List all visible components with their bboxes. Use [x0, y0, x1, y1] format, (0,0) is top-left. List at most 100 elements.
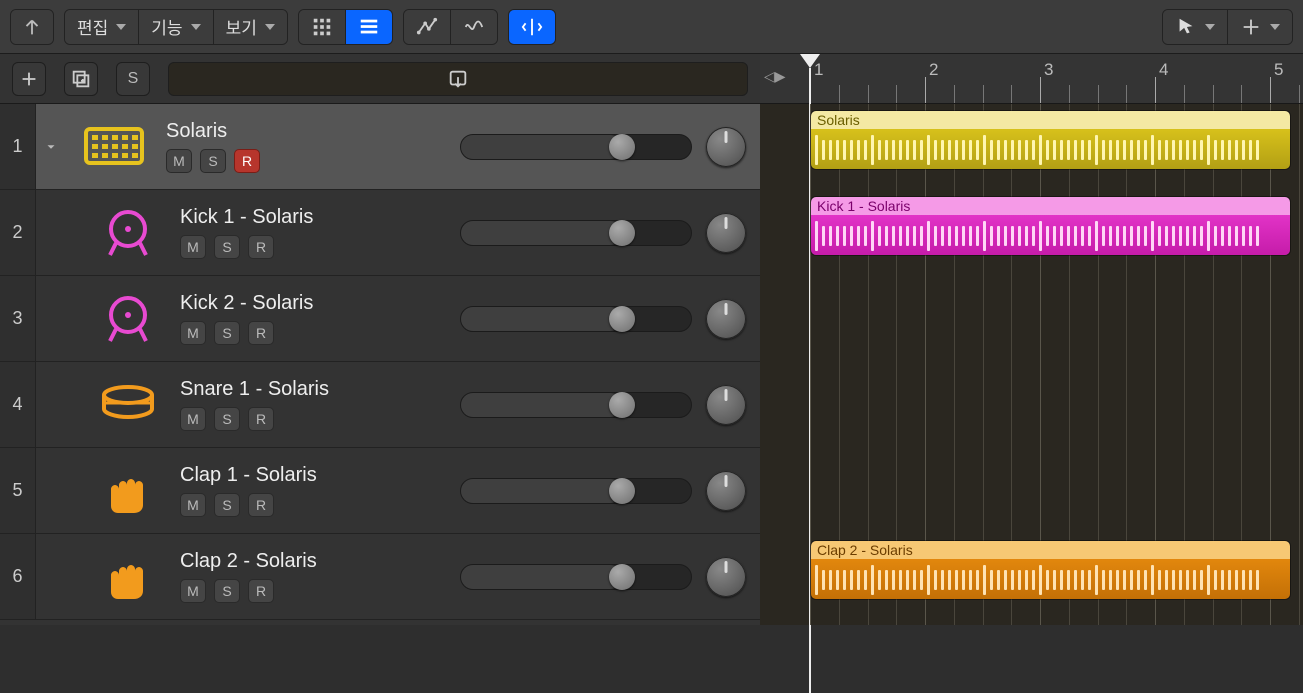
- solo-button[interactable]: S: [214, 235, 240, 259]
- record-enable-button[interactable]: R: [248, 493, 274, 517]
- cycle-locator-icon[interactable]: ◁▶: [764, 68, 786, 85]
- track-name: Kick 1 - Solaris: [180, 206, 460, 229]
- add-track-button[interactable]: [12, 62, 46, 96]
- track-list-panel: S 1SolarisMSR2Kick 1 - SolarisMSR3Kick 2…: [0, 54, 760, 625]
- arrange-grid[interactable]: Solaris Kick 1 - Solaris Clap 2 - Solaris: [760, 104, 1303, 625]
- volume-slider[interactable]: [460, 564, 692, 590]
- list-view-button[interactable]: [346, 10, 392, 44]
- clap-icon: [80, 448, 176, 533]
- region[interactable]: Clap 2 - Solaris: [810, 540, 1291, 600]
- track-row[interactable]: 5 Clap 1 - Solaris MSR: [0, 448, 760, 534]
- track-row[interactable]: 3Kick 2 - SolarisMSR: [0, 276, 760, 362]
- ruler-tick: [1040, 77, 1041, 103]
- back-up-button[interactable]: [11, 10, 53, 44]
- function-menu-label: 기능: [151, 14, 182, 39]
- track-name: Snare 1 - Solaris: [180, 378, 460, 401]
- duplicate-track-button[interactable]: [64, 62, 98, 96]
- region-name: Solaris: [811, 111, 1290, 129]
- ruler-bar-label: 5: [1274, 60, 1283, 80]
- playhead[interactable]: [800, 54, 820, 68]
- disclosure-toggle[interactable]: [36, 104, 66, 189]
- volume-slider[interactable]: [460, 220, 692, 246]
- edit-menu[interactable]: 편집: [65, 10, 139, 44]
- track-number: 5: [0, 448, 36, 533]
- global-solo-label: S: [128, 70, 139, 88]
- track-row[interactable]: 2 Kick 1 - Solaris MSR: [0, 190, 760, 276]
- ruler-tick: [925, 77, 926, 103]
- volume-slider[interactable]: [460, 392, 692, 418]
- automation-icon: [416, 16, 438, 38]
- catch-playhead-button[interactable]: [509, 10, 555, 44]
- list-icon: [358, 16, 380, 38]
- chevron-down-icon: [116, 24, 126, 30]
- up-arrow-icon: [21, 16, 43, 38]
- plus-icon: [18, 68, 40, 90]
- global-solo-button[interactable]: S: [116, 62, 150, 96]
- ruler-bar-label: 4: [1159, 60, 1168, 80]
- track-name: Clap 1 - Solaris: [180, 464, 460, 487]
- mute-button[interactable]: M: [180, 493, 206, 517]
- mute-button[interactable]: M: [180, 407, 206, 431]
- snare-icon: [80, 362, 176, 447]
- time-ruler[interactable]: ◁▶ 12345: [760, 54, 1303, 104]
- pan-knob[interactable]: [706, 127, 746, 167]
- chevron-down-icon: [265, 24, 275, 30]
- inspector-icon: [447, 68, 469, 90]
- track-row[interactable]: 6 Clap 2 - Solaris MSR: [0, 534, 760, 620]
- mute-button[interactable]: M: [180, 235, 206, 259]
- track-row[interactable]: 1SolarisMSR: [0, 104, 760, 190]
- track-name: Clap 2 - Solaris: [180, 550, 460, 573]
- view-menu[interactable]: 보기: [214, 10, 287, 44]
- mute-button[interactable]: M: [180, 579, 206, 603]
- track-name: Solaris: [166, 120, 460, 143]
- track-number: 2: [0, 190, 36, 275]
- function-menu[interactable]: 기능: [139, 10, 213, 44]
- snap-icon: [1240, 16, 1262, 38]
- pointer-tool[interactable]: [1163, 10, 1228, 44]
- chevron-down-icon: [1205, 24, 1215, 30]
- automation-button[interactable]: [404, 10, 451, 44]
- ruler-bar-label: 3: [1044, 60, 1053, 80]
- drum-machine-icon: [66, 104, 162, 189]
- track-row[interactable]: 4 Snare 1 - Solaris MSR: [0, 362, 760, 448]
- pan-knob[interactable]: [706, 213, 746, 253]
- duplicate-icon: [70, 68, 92, 90]
- pan-knob[interactable]: [706, 385, 746, 425]
- pan-knob[interactable]: [706, 557, 746, 597]
- volume-slider[interactable]: [460, 478, 692, 504]
- grid-view-button[interactable]: [299, 10, 346, 44]
- top-toolbar: 편집 기능 보기: [0, 0, 1303, 54]
- solo-button[interactable]: S: [214, 321, 240, 345]
- solo-button[interactable]: S: [214, 579, 240, 603]
- record-enable-button[interactable]: R: [248, 321, 274, 345]
- snap-tool[interactable]: [1228, 10, 1292, 44]
- region[interactable]: Solaris: [810, 110, 1291, 170]
- chevron-down-icon: [1270, 24, 1280, 30]
- region[interactable]: Kick 1 - Solaris: [810, 196, 1291, 256]
- solo-button[interactable]: S: [214, 407, 240, 431]
- track-number: 4: [0, 362, 36, 447]
- chevron-down-icon: [44, 140, 58, 154]
- volume-slider[interactable]: [460, 134, 692, 160]
- track-number: 6: [0, 534, 36, 619]
- edit-menu-label: 편집: [77, 14, 108, 39]
- solo-button[interactable]: S: [214, 493, 240, 517]
- solo-button[interactable]: S: [200, 149, 226, 173]
- track-name: Kick 2 - Solaris: [180, 292, 460, 315]
- record-enable-button[interactable]: R: [234, 149, 260, 173]
- pan-knob[interactable]: [706, 471, 746, 511]
- flex-button[interactable]: [451, 10, 497, 44]
- mute-button[interactable]: M: [166, 149, 192, 173]
- pointer-icon: [1175, 16, 1197, 38]
- pan-knob[interactable]: [706, 299, 746, 339]
- ruler-tick: [1270, 77, 1271, 103]
- mute-button[interactable]: M: [180, 321, 206, 345]
- track-inspector-button[interactable]: [168, 62, 748, 96]
- view-menu-label: 보기: [226, 14, 257, 39]
- timeline-panel: ◁▶ 12345 SolarisKick 1 - SolarisClap 2 -…: [760, 54, 1303, 625]
- record-enable-button[interactable]: R: [248, 407, 274, 431]
- clap-icon: [80, 534, 176, 619]
- record-enable-button[interactable]: R: [248, 579, 274, 603]
- volume-slider[interactable]: [460, 306, 692, 332]
- record-enable-button[interactable]: R: [248, 235, 274, 259]
